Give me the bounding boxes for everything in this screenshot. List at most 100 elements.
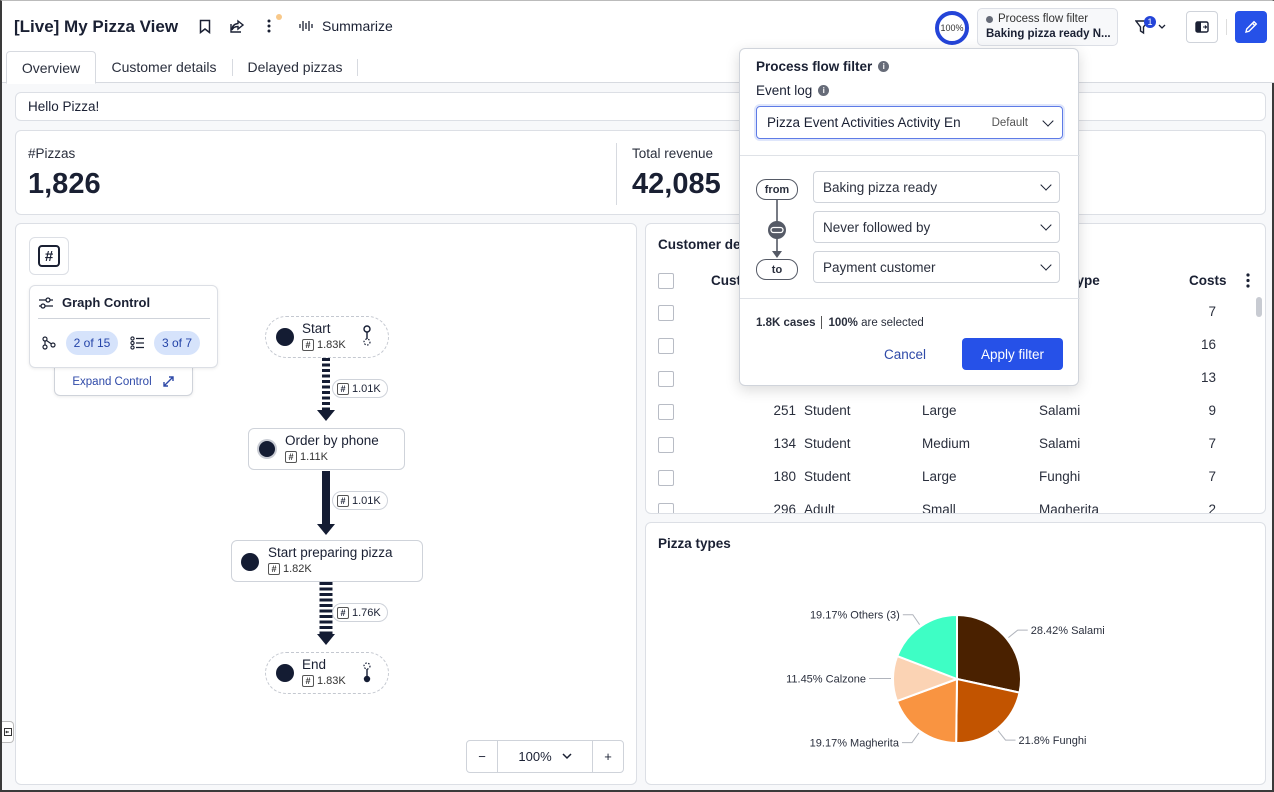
tab-customer-details[interactable]: Customer details <box>98 51 230 83</box>
relation-select[interactable]: Never followed by <box>813 211 1060 243</box>
chevron-down-icon <box>1040 179 1052 191</box>
cell-size: Large <box>922 469 957 484</box>
tab-divider <box>357 59 358 76</box>
coverage-ring[interactable]: 100% <box>935 11 969 45</box>
graph-node-order-by-phone[interactable]: Order by phone #1.11K <box>248 428 405 470</box>
pizza-types-chart: Pizza types 28.42% Salami 21.8% Funghi 19.… <box>645 522 1266 785</box>
activities-pill[interactable]: 2 of 15 <box>66 331 118 355</box>
edge-label: #1.01K <box>332 379 388 398</box>
activities-icon <box>42 336 56 350</box>
graph-node-start-preparing-pizza[interactable]: Start preparing pizza #1.82K <box>231 540 423 582</box>
variants-list-icon <box>130 336 144 350</box>
variants-pill[interactable]: 3 of 7 <box>154 331 200 355</box>
row-checkbox[interactable] <box>658 503 674 513</box>
node-count-value: 1.83K <box>317 339 346 351</box>
pie-label: 28.42% Salami <box>1031 625 1105 637</box>
bookmark-icon[interactable] <box>195 16 215 36</box>
event-log-select[interactable]: Pizza Event Activities Activity En Defau… <box>756 106 1063 139</box>
table-scrollbar[interactable] <box>1256 297 1262 317</box>
top-bar: [Live] My Pizza View Summarize 100% Proc… <box>2 1 1274 53</box>
hash-icon: # <box>337 494 349 507</box>
column-header-customer[interactable]: Cust <box>711 273 741 288</box>
to-activity-select[interactable]: Payment customer <box>813 251 1060 283</box>
graph-node-end[interactable]: End #1.83K <box>265 652 389 694</box>
cell-costs: 16 <box>1200 337 1216 352</box>
kpi-label: Total revenue <box>632 146 714 161</box>
pie-label: 21.8% Funghi <box>1019 735 1087 747</box>
cell-customer: Student <box>804 403 851 418</box>
pie-leader-line <box>901 732 920 744</box>
hash-icon: # <box>302 675 314 687</box>
table-title: Customer de <box>658 237 741 252</box>
node-dot-icon <box>276 664 294 682</box>
relation-value: Never followed by <box>823 219 931 235</box>
column-menu-icon[interactable] <box>1246 273 1250 288</box>
from-activity-value: Baking pizza ready <box>823 179 938 195</box>
chevron-down-icon <box>1040 259 1052 271</box>
row-checkbox[interactable] <box>658 338 674 354</box>
process-graph-widget: # Graph Control 2 of 15 3 of 7 Expand Co… <box>15 223 637 785</box>
edge-label: #1.76K <box>332 603 388 622</box>
filter-chip-label: Process flow filter <box>998 13 1089 25</box>
share-icon[interactable] <box>227 16 247 36</box>
zoom-control: − 100% + <box>466 740 624 773</box>
cell-id: 251 <box>773 403 796 418</box>
event-log-value: Pizza Event Activities Activity En <box>767 115 961 130</box>
node-name: End <box>302 657 327 672</box>
cell-type: Funghi <box>1039 469 1081 484</box>
cell-type: Salami <box>1039 436 1081 451</box>
info-icon[interactable]: i <box>878 61 890 72</box>
chevron-down-icon <box>562 753 572 760</box>
collapse-sidebar-button[interactable] <box>2 721 14 743</box>
graph-node-start[interactable]: Start #1.83K <box>265 316 389 358</box>
to-tag: to <box>756 259 798 280</box>
row-checkbox[interactable] <box>658 404 674 420</box>
end-marker-icon <box>363 662 371 683</box>
hash-icon: # <box>268 563 280 575</box>
cell-costs: 13 <box>1200 370 1216 385</box>
summarize-button[interactable]: Summarize <box>298 18 393 34</box>
info-icon[interactable]: i <box>818 85 830 96</box>
pie-leader-line <box>997 730 1016 741</box>
apply-filter-button[interactable]: Apply filter <box>962 338 1063 370</box>
cell-costs: 2 <box>1208 502 1216 514</box>
zoom-level-select[interactable]: 100% <box>498 741 593 772</box>
tab-overview[interactable]: Overview <box>6 51 96 84</box>
cell-customer: Adult <box>804 502 835 514</box>
node-name: Start preparing pizza <box>268 545 393 560</box>
divider <box>38 318 210 319</box>
node-count: #1.83K <box>302 675 346 687</box>
tab-delayed-pizzas[interactable]: Delayed pizzas <box>234 51 356 83</box>
node-count: #1.82K <box>268 563 312 575</box>
pie-leader-line <box>1008 629 1028 638</box>
cell-costs: 7 <box>1208 436 1216 451</box>
node-dot-icon <box>241 553 259 571</box>
column-header-costs[interactable]: Costs <box>1189 273 1227 288</box>
page-title: [Live] My Pizza View <box>14 17 179 36</box>
process-flow-filter-chip[interactable]: Process flow filter Baking pizza ready N… <box>977 8 1118 46</box>
cancel-button[interactable]: Cancel <box>870 338 940 370</box>
row-checkbox[interactable] <box>658 371 674 387</box>
row-checkbox[interactable] <box>658 470 674 486</box>
to-activity-value: Payment customer <box>823 259 936 275</box>
row-checkbox[interactable] <box>658 437 674 453</box>
pie-chart: 28.42% Salami 21.8% Funghi 19.17% Magherit… <box>786 610 1105 750</box>
zoom-out-button[interactable]: − <box>467 741 498 772</box>
toggle-panel-button[interactable] <box>1186 11 1218 43</box>
row-checkbox[interactable] <box>658 305 674 321</box>
panel-icon <box>1195 21 1209 33</box>
edit-button[interactable] <box>1235 11 1267 43</box>
popover-title: Process flow filter <box>756 59 873 74</box>
edge-count: 1.76K <box>352 606 381 619</box>
node-count-value: 1.82K <box>283 563 312 575</box>
select-all-checkbox[interactable] <box>658 273 674 289</box>
cell-size: Large <box>922 403 957 418</box>
kpi-label: #Pizzas <box>28 146 76 161</box>
sliders-icon <box>39 296 53 309</box>
selected-percent: 100% <box>828 316 858 329</box>
pie-leader-line <box>902 614 921 625</box>
zoom-in-button[interactable]: + <box>593 741 623 772</box>
start-marker-icon <box>363 325 371 346</box>
default-badge: Default <box>991 116 1028 129</box>
from-activity-select[interactable]: Baking pizza ready <box>813 171 1060 203</box>
